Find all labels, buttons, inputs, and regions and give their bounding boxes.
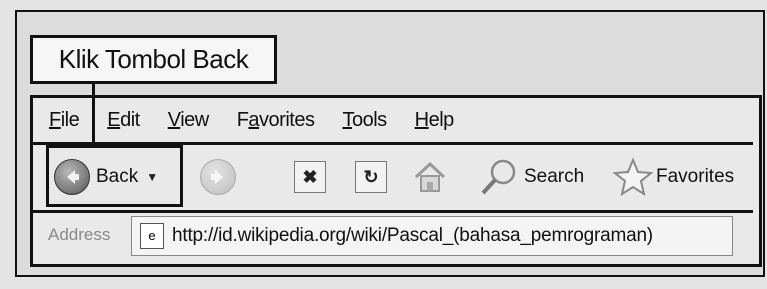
menu-bar: File Edit View Favorites Tools Help (33, 98, 753, 142)
search-icon (481, 159, 516, 195)
favorites-star-icon (612, 157, 654, 197)
page-icon: e (140, 223, 164, 249)
back-highlight-box (46, 145, 183, 207)
address-url: http://id.wikipedia.org/wiki/Pascal_(bah… (172, 225, 653, 246)
menu-favorites[interactable]: Favorites (237, 109, 315, 132)
menu-tools[interactable]: Tools (342, 109, 387, 132)
menu-view[interactable]: View (168, 109, 209, 132)
home-button[interactable] (412, 159, 448, 195)
stop-icon: ✖ (294, 161, 326, 193)
callout-label: Klik Tombol Back (30, 35, 277, 84)
favorites-label: Favorites (656, 166, 735, 187)
refresh-icon: ↻ (355, 161, 387, 193)
menu-edit[interactable]: Edit (107, 109, 140, 132)
menu-help[interactable]: Help (415, 109, 455, 132)
stop-button[interactable]: ✖ (294, 161, 326, 193)
forward-arrow-icon (200, 159, 236, 195)
favorites-button[interactable]: Favorites (612, 157, 734, 197)
address-input[interactable]: e http://id.wikipedia.org/wiki/Pascal_(b… (131, 216, 733, 256)
menu-file[interactable]: File (49, 109, 80, 132)
callout-connector-line (92, 81, 95, 143)
search-label: Search (524, 166, 585, 187)
address-label: Address (48, 225, 111, 244)
refresh-button[interactable]: ↻ (355, 161, 387, 193)
home-icon (414, 161, 446, 192)
search-button[interactable]: Search (478, 157, 584, 197)
forward-button[interactable] (200, 159, 236, 195)
address-bar: Address e http://id.wikipedia.org/wiki/P… (33, 213, 753, 258)
